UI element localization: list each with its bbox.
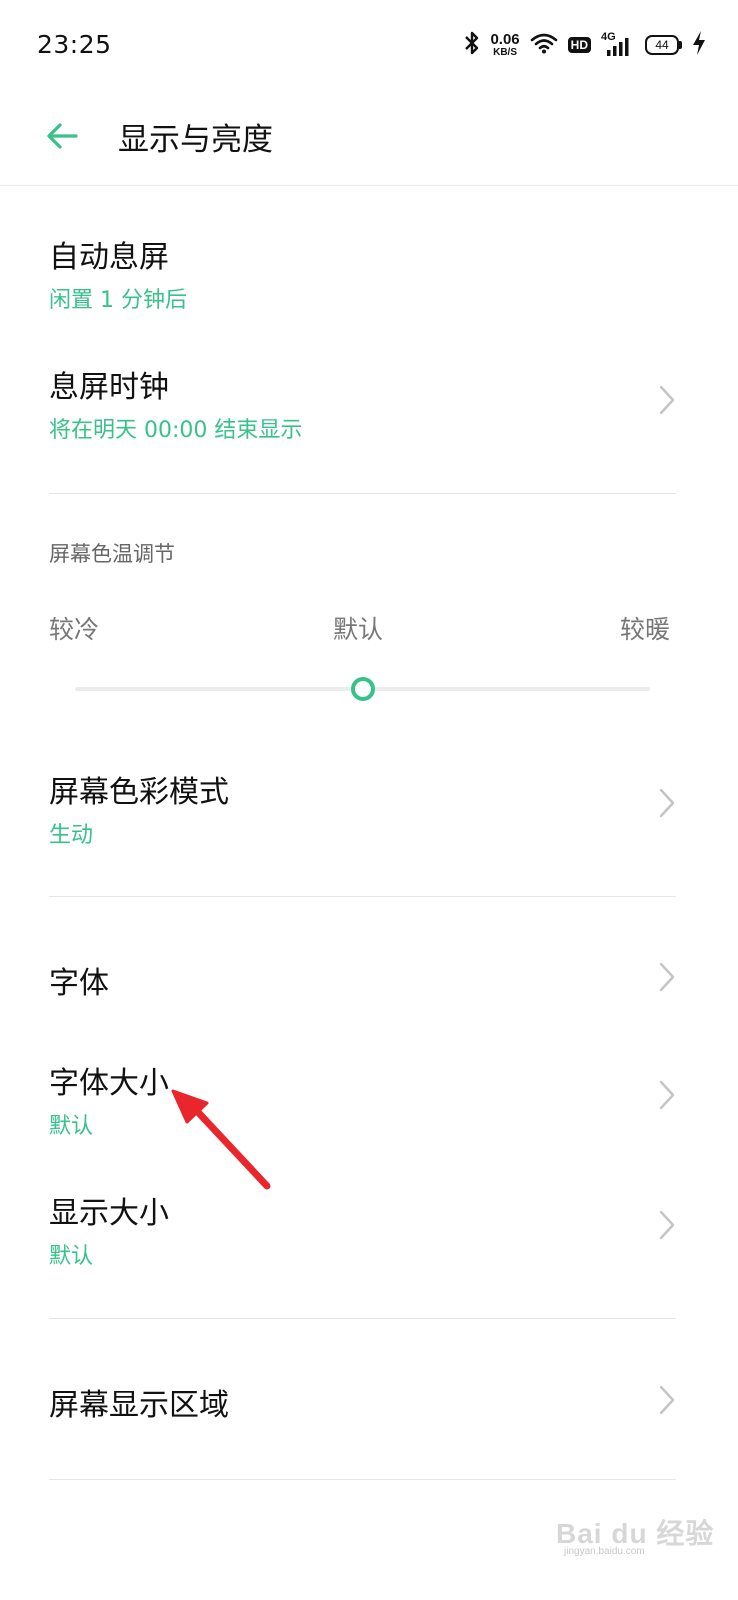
- status-bar: 23:25 0.06 KB/S HD 4G 44: [0, 0, 738, 90]
- arrow-left-icon: [47, 123, 78, 149]
- color-mode-item[interactable]: 屏幕色彩模式 生动: [0, 745, 738, 863]
- status-time: 23:25: [37, 30, 112, 59]
- aod-clock-value: 将在明天 00:00 结束显示: [49, 418, 303, 443]
- font-size-title: 字体大小: [49, 1066, 169, 1101]
- aod-clock-title: 息屏时钟: [49, 370, 169, 405]
- divider: [49, 1479, 676, 1480]
- auto-sleep-value: 闲置 1 分钟后: [49, 288, 187, 313]
- font-title: 字体: [49, 966, 109, 1001]
- charging-icon: [692, 31, 706, 59]
- back-button[interactable]: [38, 112, 86, 160]
- color-mode-title: 屏幕色彩模式: [49, 775, 229, 810]
- display-size-item[interactable]: 显示大小 默认: [0, 1166, 738, 1284]
- divider: [49, 1318, 676, 1319]
- color-temp-cooler-label: 较冷: [49, 615, 100, 644]
- color-mode-value: 生动: [49, 823, 94, 848]
- chevron-right-icon: [659, 962, 675, 992]
- watermark-url: jingyan.baidu.com: [564, 1546, 645, 1557]
- font-size-value: 默认: [49, 1114, 94, 1139]
- font-item[interactable]: 字体: [0, 930, 738, 1026]
- color-temp-slider-thumb[interactable]: [350, 677, 375, 701]
- auto-sleep-title: 自动息屏: [49, 240, 169, 275]
- chevron-right-icon: [659, 788, 675, 818]
- auto-sleep-item[interactable]: 自动息屏 闲置 1 分钟后: [0, 210, 738, 328]
- status-icons: 0.06 KB/S HD 4G 44: [464, 28, 706, 62]
- screen-area-item[interactable]: 屏幕显示区域: [0, 1350, 738, 1450]
- screen-area-title: 屏幕显示区域: [49, 1388, 229, 1423]
- divider: [49, 493, 676, 494]
- color-temp-default-label: 默认: [333, 615, 384, 644]
- divider: [49, 896, 676, 897]
- hd-badge: HD: [567, 37, 591, 53]
- wifi-icon: [530, 32, 558, 58]
- signal-icon: 4G: [601, 31, 635, 57]
- color-temp-warmer-label: 较暖: [620, 615, 671, 644]
- display-size-value: 默认: [49, 1244, 94, 1269]
- chevron-right-icon: [659, 1385, 675, 1415]
- chevron-right-icon: [659, 385, 675, 415]
- font-size-item[interactable]: 字体大小 默认: [0, 1036, 738, 1154]
- battery-indicator: 44: [645, 35, 682, 55]
- baidu-watermark: Bai du 经验 jingyan.baidu.com: [556, 1500, 724, 1562]
- color-temp-header: 屏幕色温调节: [49, 542, 175, 566]
- chevron-right-icon: [659, 1210, 675, 1240]
- page-title: 显示与亮度: [118, 122, 273, 158]
- display-size-title: 显示大小: [49, 1196, 169, 1231]
- bluetooth-icon: [464, 30, 480, 60]
- chevron-right-icon: [659, 1080, 675, 1110]
- app-bar: 显示与亮度: [0, 90, 738, 186]
- network-speed: 0.06 KB/S: [490, 31, 520, 58]
- aod-clock-item[interactable]: 息屏时钟 将在明天 00:00 结束显示: [0, 340, 738, 458]
